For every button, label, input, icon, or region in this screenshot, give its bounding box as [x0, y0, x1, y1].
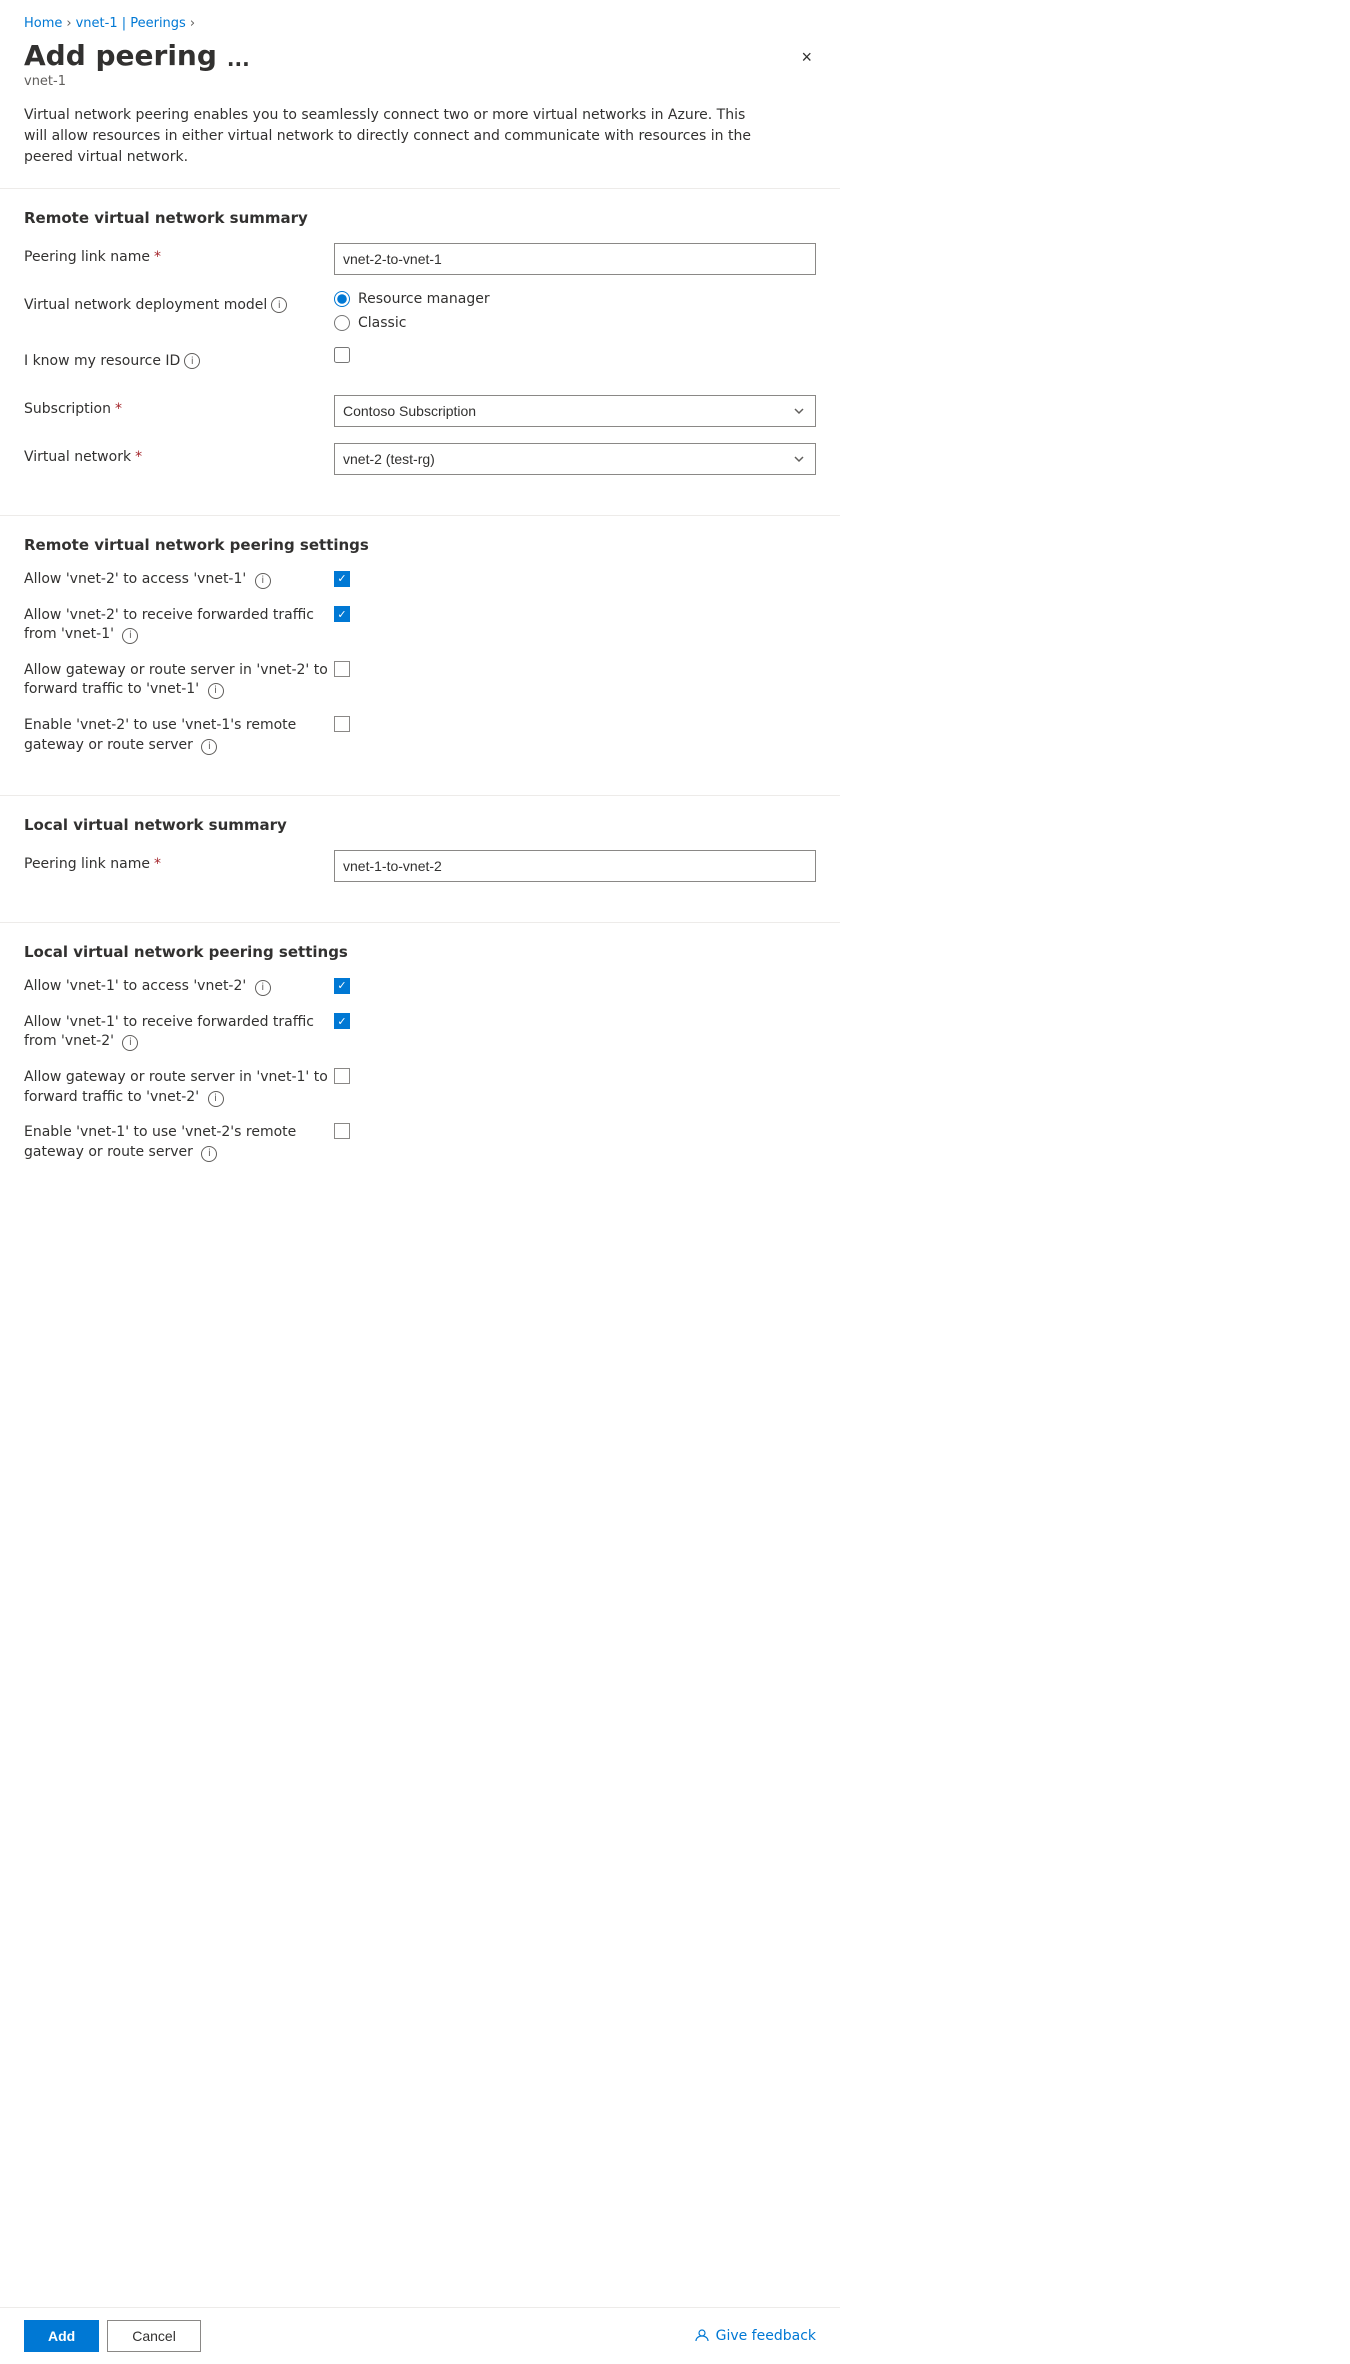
- local-allow-gateway-row: Allow gateway or route server in 'vnet-1…: [24, 1068, 816, 1107]
- remote-allow-forwarded-checkbox[interactable]: [334, 606, 350, 622]
- breadcrumb-vnet-peerings[interactable]: vnet-1 | Peerings: [76, 16, 186, 31]
- radio-resource-manager[interactable]: Resource manager: [334, 291, 816, 307]
- virtual-network-required: *: [135, 449, 142, 465]
- subscription-required: *: [115, 401, 122, 417]
- remote-allow-forwarded-label: Allow 'vnet-2' to receive forwarded traf…: [24, 606, 334, 645]
- local-peering-link-name-input[interactable]: [334, 850, 816, 882]
- local-allow-access-checkbox[interactable]: [334, 978, 350, 994]
- local-required-indicator: *: [154, 856, 161, 872]
- remote-allow-access-info-icon[interactable]: i: [255, 573, 271, 589]
- remote-allow-access-checkbox[interactable]: [334, 571, 350, 587]
- footer-buttons: Add Cancel: [24, 2320, 201, 2352]
- local-peering-settings-section: Local virtual network peering settings A…: [0, 943, 840, 1202]
- local-enable-remote-gateway-info-icon[interactable]: i: [201, 1146, 217, 1162]
- remote-enable-remote-gateway-label: Enable 'vnet-2' to use 'vnet-1's remoteg…: [24, 716, 334, 755]
- close-button[interactable]: ×: [797, 43, 816, 72]
- local-allow-forwarded-label: Allow 'vnet-1' to receive forwarded traf…: [24, 1013, 334, 1052]
- breadcrumb-sep1: ›: [66, 16, 71, 31]
- virtual-network-select[interactable]: vnet-2 (test-rg): [334, 443, 816, 475]
- remote-peering-settings-title: Remote virtual network peering settings: [24, 536, 816, 554]
- remote-allow-access-label: Allow 'vnet-2' to access 'vnet-1' i: [24, 570, 334, 590]
- local-enable-remote-gateway-row: Enable 'vnet-1' to use 'vnet-2's remoteg…: [24, 1123, 816, 1162]
- deployment-model-row: Virtual network deployment model i Resou…: [24, 291, 816, 331]
- local-enable-remote-gateway-checkbox[interactable]: [334, 1123, 350, 1139]
- local-summary-title: Local virtual network summary: [24, 816, 816, 834]
- local-allow-gateway-checkbox[interactable]: [334, 1068, 350, 1084]
- radio-resource-manager-input[interactable]: [334, 291, 350, 307]
- page-description: Virtual network peering enables you to s…: [0, 97, 780, 188]
- local-virtual-network-summary-section: Local virtual network summary Peering li…: [0, 816, 840, 922]
- local-allow-gateway-info-icon[interactable]: i: [208, 1091, 224, 1107]
- deployment-model-radio-group: Resource manager Classic: [334, 291, 816, 331]
- local-peering-settings-title: Local virtual network peering settings: [24, 943, 816, 961]
- page-subtitle: vnet-1: [24, 74, 250, 89]
- section-divider-3: [0, 795, 840, 796]
- required-indicator: *: [154, 249, 161, 265]
- local-enable-remote-gateway-label: Enable 'vnet-1' to use 'vnet-2's remoteg…: [24, 1123, 334, 1162]
- give-feedback-link[interactable]: Give feedback: [694, 2328, 816, 2344]
- subscription-select[interactable]: Contoso Subscription: [334, 395, 816, 427]
- local-allow-access-info-icon[interactable]: i: [255, 980, 271, 996]
- radio-classic[interactable]: Classic: [334, 315, 816, 331]
- virtual-network-row: Virtual network * vnet-2 (test-rg): [24, 443, 816, 475]
- remote-peering-link-name-row: Peering link name *: [24, 243, 816, 275]
- radio-classic-input[interactable]: [334, 315, 350, 331]
- remote-virtual-network-summary-section: Remote virtual network summary Peering l…: [0, 209, 840, 515]
- local-allow-forwarded-info-icon[interactable]: i: [122, 1035, 138, 1051]
- feedback-icon: [694, 2328, 710, 2344]
- section-divider-2: [0, 515, 840, 516]
- radio-resource-manager-label: Resource manager: [358, 291, 490, 307]
- resource-id-row: I know my resource ID i: [24, 347, 816, 379]
- remote-allow-gateway-row: Allow gateway or route server in 'vnet-2…: [24, 661, 816, 700]
- page-title: Add peering ...: [24, 39, 250, 72]
- remote-enable-remote-gateway-info-icon[interactable]: i: [201, 739, 217, 755]
- remote-allow-forwarded-row: Allow 'vnet-2' to receive forwarded traf…: [24, 606, 816, 645]
- give-feedback-label: Give feedback: [716, 2328, 816, 2344]
- local-allow-forwarded-checkbox[interactable]: [334, 1013, 350, 1029]
- radio-classic-label: Classic: [358, 315, 406, 331]
- add-button[interactable]: Add: [24, 2320, 99, 2352]
- remote-peering-link-name-label: Peering link name *: [24, 243, 334, 265]
- local-allow-access-label: Allow 'vnet-1' to access 'vnet-2' i: [24, 977, 334, 997]
- remote-allow-gateway-info-icon[interactable]: i: [208, 683, 224, 699]
- subscription-label: Subscription *: [24, 395, 334, 417]
- remote-allow-gateway-label: Allow gateway or route server in 'vnet-2…: [24, 661, 334, 700]
- cancel-button[interactable]: Cancel: [107, 2320, 201, 2352]
- virtual-network-label: Virtual network *: [24, 443, 334, 465]
- resource-id-checkbox[interactable]: [334, 347, 350, 363]
- local-allow-gateway-label: Allow gateway or route server in 'vnet-1…: [24, 1068, 334, 1107]
- remote-allow-gateway-checkbox[interactable]: [334, 661, 350, 677]
- remote-enable-remote-gateway-checkbox[interactable]: [334, 716, 350, 732]
- deployment-model-info-icon[interactable]: i: [271, 297, 287, 313]
- remote-allow-forwarded-info-icon[interactable]: i: [122, 628, 138, 644]
- resource-id-info-icon[interactable]: i: [184, 353, 200, 369]
- breadcrumb: Home › vnet-1 | Peerings ›: [0, 0, 840, 39]
- breadcrumb-home[interactable]: Home: [24, 16, 62, 31]
- breadcrumb-sep2: ›: [190, 16, 195, 31]
- local-peering-link-name-label: Peering link name *: [24, 850, 334, 872]
- section-divider: [0, 188, 840, 189]
- footer-bar: Add Cancel Give feedback: [0, 2307, 840, 2364]
- page-header: Add peering ... vnet-1 ×: [0, 39, 840, 97]
- local-peering-link-name-row: Peering link name *: [24, 850, 816, 882]
- more-options-button[interactable]: ...: [227, 47, 250, 71]
- remote-allow-access-row: Allow 'vnet-2' to access 'vnet-1' i: [24, 570, 816, 590]
- remote-summary-title: Remote virtual network summary: [24, 209, 816, 227]
- remote-peering-settings-section: Remote virtual network peering settings …: [0, 536, 840, 795]
- resource-id-label: I know my resource ID i: [24, 347, 334, 369]
- local-allow-forwarded-row: Allow 'vnet-1' to receive forwarded traf…: [24, 1013, 816, 1052]
- remote-peering-link-name-input[interactable]: [334, 243, 816, 275]
- subscription-row: Subscription * Contoso Subscription: [24, 395, 816, 427]
- section-divider-4: [0, 922, 840, 923]
- local-allow-access-row: Allow 'vnet-1' to access 'vnet-2' i: [24, 977, 816, 997]
- deployment-model-label: Virtual network deployment model i: [24, 291, 334, 313]
- remote-enable-remote-gateway-row: Enable 'vnet-2' to use 'vnet-1's remoteg…: [24, 716, 816, 755]
